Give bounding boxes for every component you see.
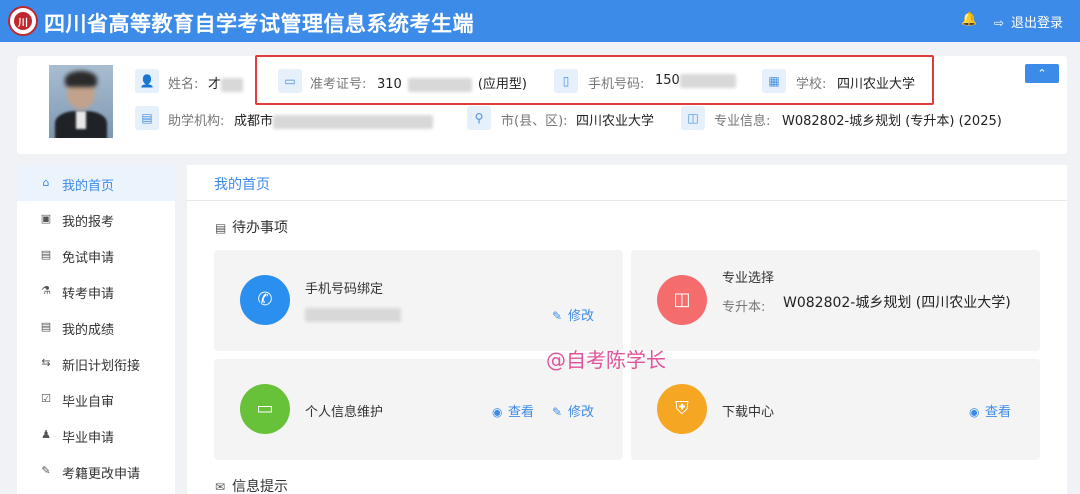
watermark: @自考陈学长 bbox=[546, 348, 666, 372]
book-icon: ◫ bbox=[681, 106, 705, 130]
logout-label: 退出登录 bbox=[1011, 16, 1064, 31]
tab-home[interactable]: 我的首页 bbox=[214, 174, 270, 194]
major-selection-card: ◫ 专业选择 专升本: W082802-城乡规划 (四川农业大学) bbox=[631, 250, 1040, 351]
phone-edit-button[interactable]: ✎ 修改 bbox=[552, 305, 594, 324]
shield-icon: ⛨ bbox=[657, 384, 707, 434]
check-document-icon: ☑ bbox=[41, 392, 51, 405]
sidebar-item-exemption[interactable]: ▤ 免试申请 bbox=[17, 237, 175, 273]
logout-icon: ⇨ bbox=[994, 16, 1005, 30]
app-title: 四川省高等教育自学考试管理信息系统考生端 bbox=[44, 12, 474, 36]
sidebar-item-graduation-apply[interactable]: ♟ 毕业申请 bbox=[17, 417, 175, 453]
major-label: 专业信息: bbox=[714, 114, 771, 129]
collapse-button[interactable]: ⌃ bbox=[1025, 64, 1059, 83]
home-icon: ⌂ bbox=[42, 176, 50, 189]
user-icon: 👤 bbox=[135, 69, 159, 93]
sidebar-item-label: 新旧计划衔接 bbox=[62, 359, 141, 374]
sidebar-item-transfer[interactable]: ⚗ 转考申请 bbox=[17, 273, 175, 309]
document-icon: ▤ bbox=[40, 248, 52, 261]
transfer-icon: ⚗ bbox=[41, 284, 51, 297]
sidebar-item-label: 我的首页 bbox=[62, 179, 115, 194]
university-logo: 川 bbox=[8, 6, 38, 36]
sidebar-item-label: 考籍更改申请 bbox=[62, 467, 141, 482]
sidebar-item-label: 毕业申请 bbox=[62, 431, 115, 446]
bell-icon[interactable]: 🔔 bbox=[961, 12, 977, 28]
sidebar-item-registration[interactable]: ▣ 我的报考 bbox=[17, 201, 175, 237]
sidebar-item-label: 我的成绩 bbox=[62, 323, 115, 338]
sidebar-item-graduation-review[interactable]: ☑ 毕业自审 bbox=[17, 381, 175, 417]
personal-info-card: ▭ 个人信息维护 ◉ 查看 ✎ 修改 bbox=[214, 359, 623, 460]
pencil-icon: ✎ bbox=[552, 309, 563, 323]
phone-icon: ✆ bbox=[240, 275, 290, 325]
switch-icon: ⇆ bbox=[41, 356, 51, 369]
phone-binding-card: ✆ 手机号码绑定 ✎ 修改 bbox=[214, 250, 623, 351]
building-icon: ▤ bbox=[135, 106, 159, 130]
major-selection-title: 专业选择 bbox=[722, 271, 775, 286]
major-degree-label: 专升本: bbox=[722, 300, 766, 315]
sidebar-item-plan-link[interactable]: ⇆ 新旧计划衔接 bbox=[17, 345, 175, 381]
logo-text: 川 bbox=[18, 18, 28, 29]
id-card-icon: ▭ bbox=[240, 384, 290, 434]
download-view-button[interactable]: ◉ 查看 bbox=[969, 401, 1011, 420]
sidebar-item-scores[interactable]: ▤ 我的成绩 bbox=[17, 309, 175, 345]
highlight-box bbox=[255, 55, 934, 105]
top-bar: 川 四川省高等教育自学考试管理信息系统考生端 🔔 ⇨ 退出登录 bbox=[0, 0, 1080, 42]
avatar bbox=[49, 65, 113, 138]
name-label: 姓名: bbox=[168, 77, 199, 92]
agency-value: 成都市 bbox=[234, 110, 434, 129]
profile-card: 👤 姓名: 才 ▭ 准考证号: 310 (应用型) ▯ 手机号码: 150 ▦ 学… bbox=[17, 55, 1067, 154]
sidebar-item-record-change[interactable]: ✎ 考籍更改申请 bbox=[17, 453, 175, 489]
briefcase-icon: ▣ bbox=[40, 212, 52, 225]
book-icon: ◫ bbox=[657, 275, 707, 325]
sidebar-item-label: 我的报考 bbox=[62, 215, 115, 230]
sidebar-item-label: 免试申请 bbox=[62, 251, 115, 266]
edit-icon: ✎ bbox=[41, 464, 51, 477]
chevron-up-icon: ⌃ bbox=[1037, 67, 1047, 80]
sidebar-item-home[interactable]: ⌂ 我的首页 bbox=[17, 165, 175, 201]
location-icon: ⚲ bbox=[467, 106, 491, 130]
pencil-icon: ✎ bbox=[552, 405, 563, 419]
phone-binding-title: 手机号码绑定 bbox=[305, 282, 384, 297]
major-degree-value: W082802-城乡规划 (四川农业大学) bbox=[783, 295, 1011, 311]
info-section-title: ✉ 信息提示 bbox=[215, 479, 288, 494]
agency-label: 助学机构: bbox=[168, 114, 225, 129]
major-value: W082802-城乡规划 (专升本) (2025) bbox=[782, 114, 1002, 129]
name-value: 才 bbox=[208, 73, 244, 92]
download-center-title: 下载中心 bbox=[722, 405, 775, 420]
score-icon: ▤ bbox=[40, 320, 52, 333]
main-panel: 我的首页 ▤ 待办事项 ✆ 手机号码绑定 ✎ 修改 ◫ 专业选择 专升本: W082… bbox=[187, 165, 1067, 494]
eye-icon: ◉ bbox=[969, 405, 980, 419]
sidebar: ⌂ 我的首页 ▣ 我的报考 ▤ 免试申请 ⚗ 转考申请 ▤ 我的成绩 ⇆ 新旧计划衔接 ☑ 毕… bbox=[17, 165, 175, 494]
city-label: 市(县、区): bbox=[501, 114, 568, 129]
sidebar-item-label: 转考申请 bbox=[62, 287, 115, 302]
document-icon: ▤ bbox=[215, 221, 227, 235]
sidebar-item-label: 毕业自审 bbox=[62, 395, 115, 410]
logout-button[interactable]: ⇨ 退出登录 bbox=[994, 12, 1063, 31]
graduate-icon: ♟ bbox=[41, 428, 51, 441]
personal-edit-button[interactable]: ✎ 修改 bbox=[552, 401, 594, 420]
personal-view-button[interactable]: ◉ 查看 bbox=[492, 401, 534, 420]
personal-info-title: 个人信息维护 bbox=[305, 405, 384, 420]
eye-icon: ◉ bbox=[492, 405, 503, 419]
phone-masked-value bbox=[305, 307, 401, 322]
mail-icon: ✉ bbox=[215, 480, 226, 494]
download-center-card: ⛨ 下载中心 ◉ 查看 bbox=[631, 359, 1040, 460]
todo-section-title: ▤ 待办事项 bbox=[215, 220, 288, 236]
city-value: 四川农业大学 bbox=[576, 114, 655, 129]
